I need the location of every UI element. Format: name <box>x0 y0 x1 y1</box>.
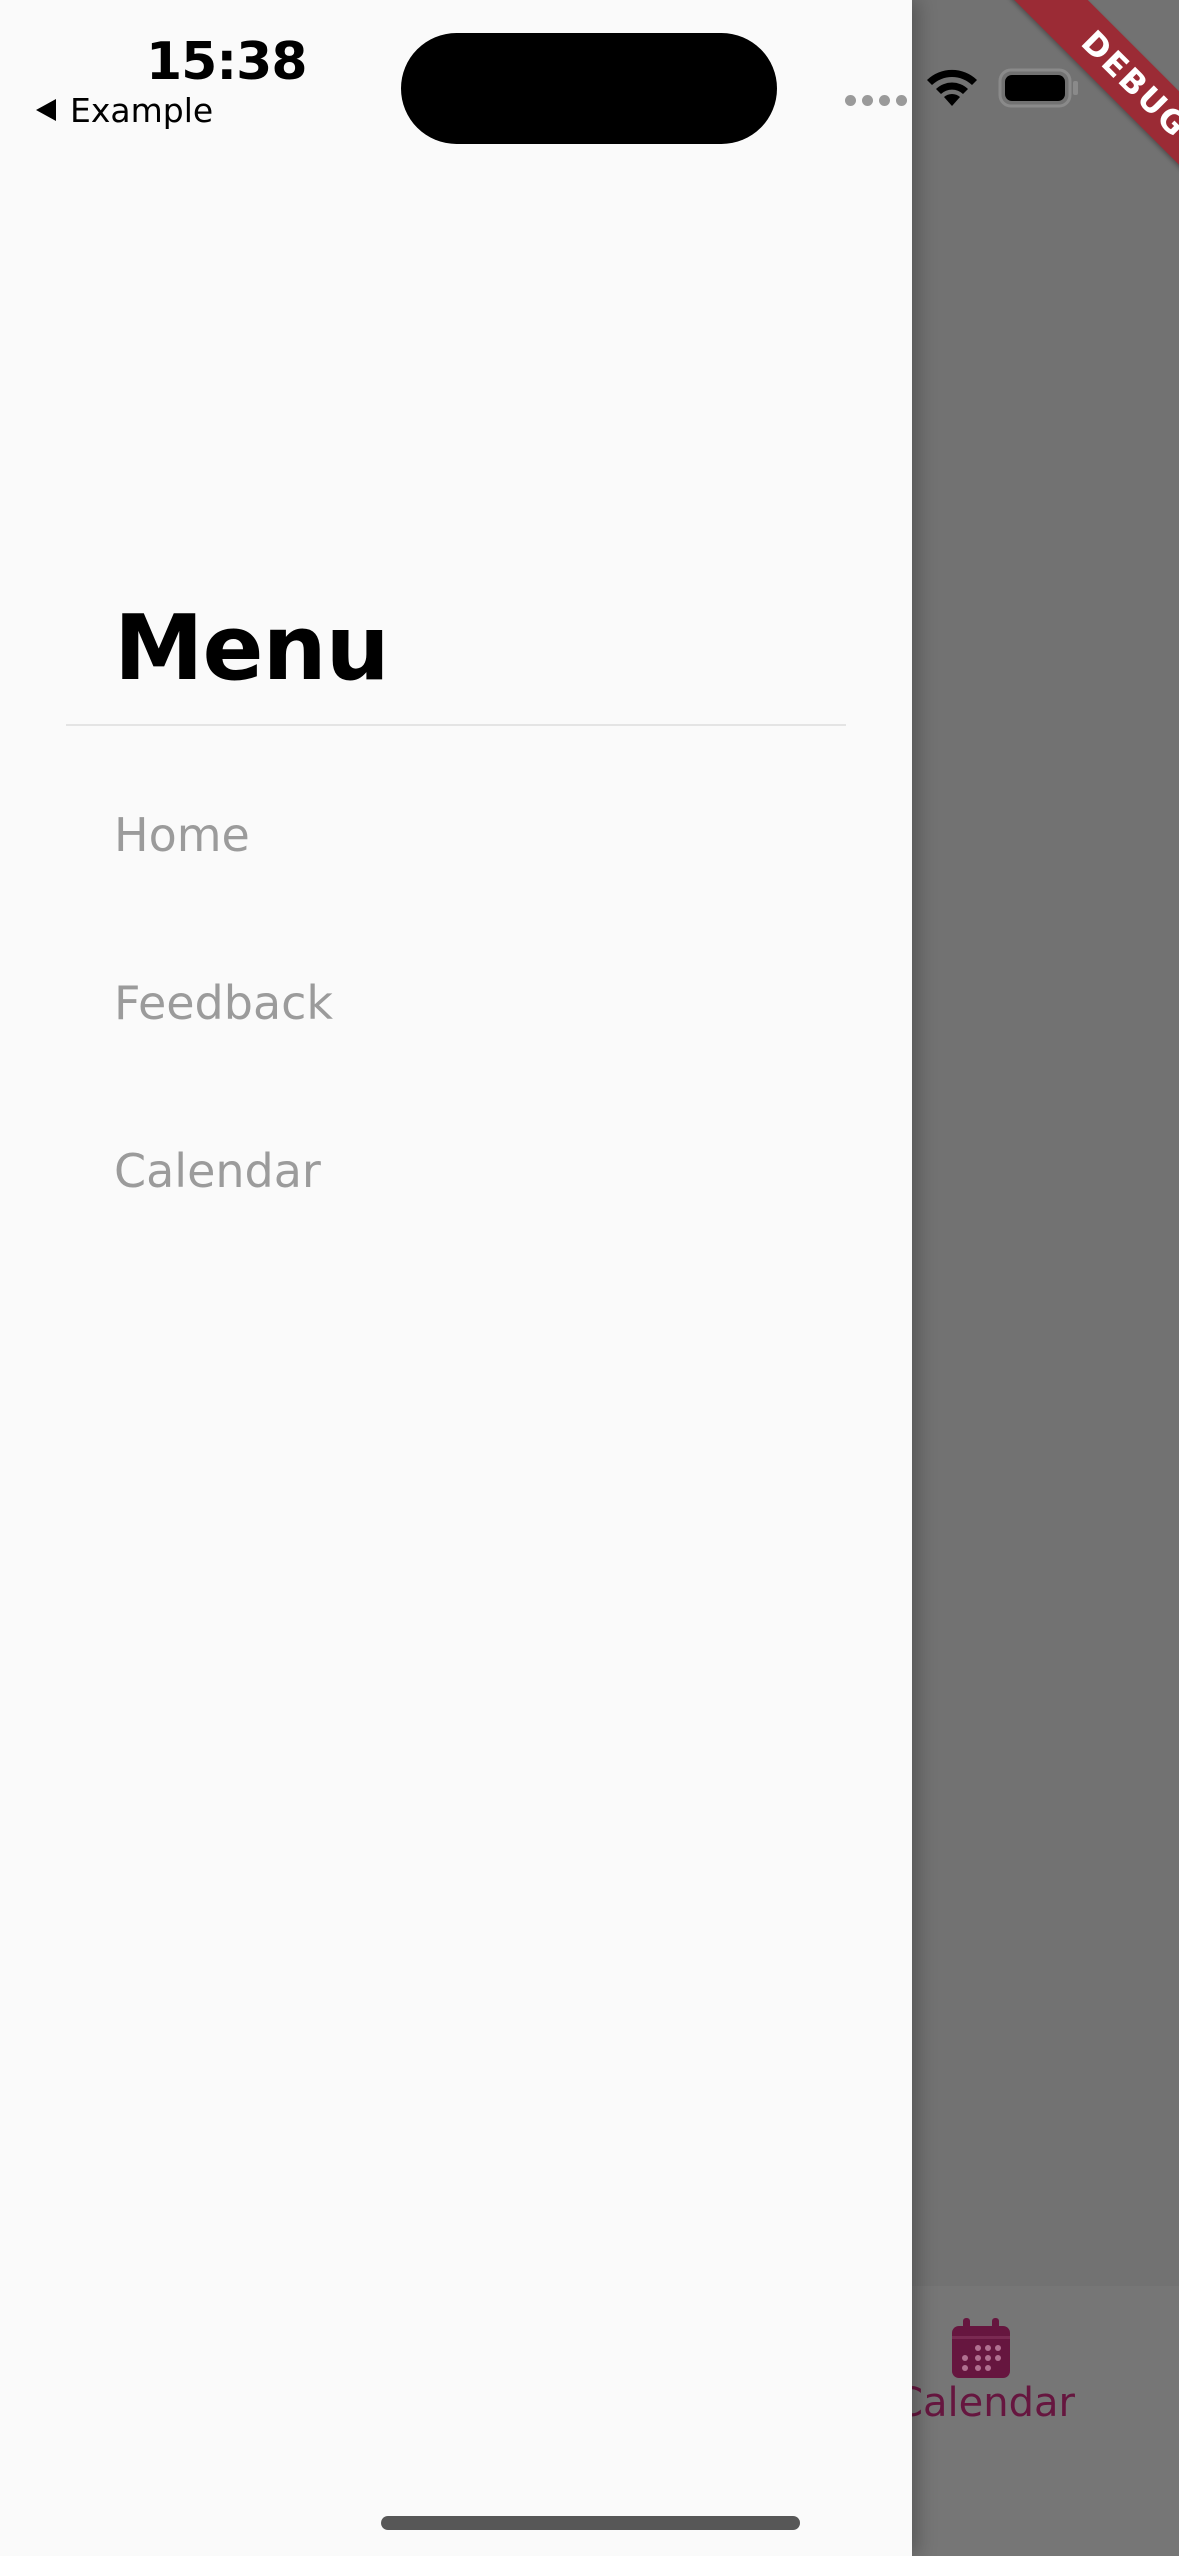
navigation-drawer: 15:38 Example Menu Home Feedback Calenda… <box>0 0 912 2556</box>
dynamic-island <box>401 33 777 144</box>
menu-item-label: Feedback <box>114 976 334 1030</box>
cellular-signal-icon <box>845 95 907 106</box>
status-time: 15:38 <box>146 32 308 92</box>
drawer-title: Menu <box>114 596 390 701</box>
menu-item-home[interactable]: Home <box>114 790 814 880</box>
bottom-tab-label: Calendar <box>895 2380 1075 2426</box>
back-app-label: Example <box>70 90 214 130</box>
menu-item-label: Home <box>114 808 250 862</box>
menu-item-label: Calendar <box>114 1144 321 1198</box>
calendar-icon <box>952 2318 1010 2378</box>
menu-item-feedback[interactable]: Feedback <box>114 958 814 1048</box>
bottom-tab-calendar[interactable]: Calendar <box>885 2308 1085 2438</box>
home-indicator[interactable] <box>381 2516 800 2530</box>
wifi-icon <box>927 69 977 106</box>
drawer-divider <box>66 724 846 726</box>
app-screen: Calendar 15:38 Example Menu Home Feedbac… <box>0 0 1179 2556</box>
menu-item-calendar[interactable]: Calendar <box>114 1126 814 1216</box>
back-arrow-icon <box>36 99 56 121</box>
battery-icon <box>998 68 1078 108</box>
back-to-app-button[interactable]: Example <box>36 90 213 130</box>
